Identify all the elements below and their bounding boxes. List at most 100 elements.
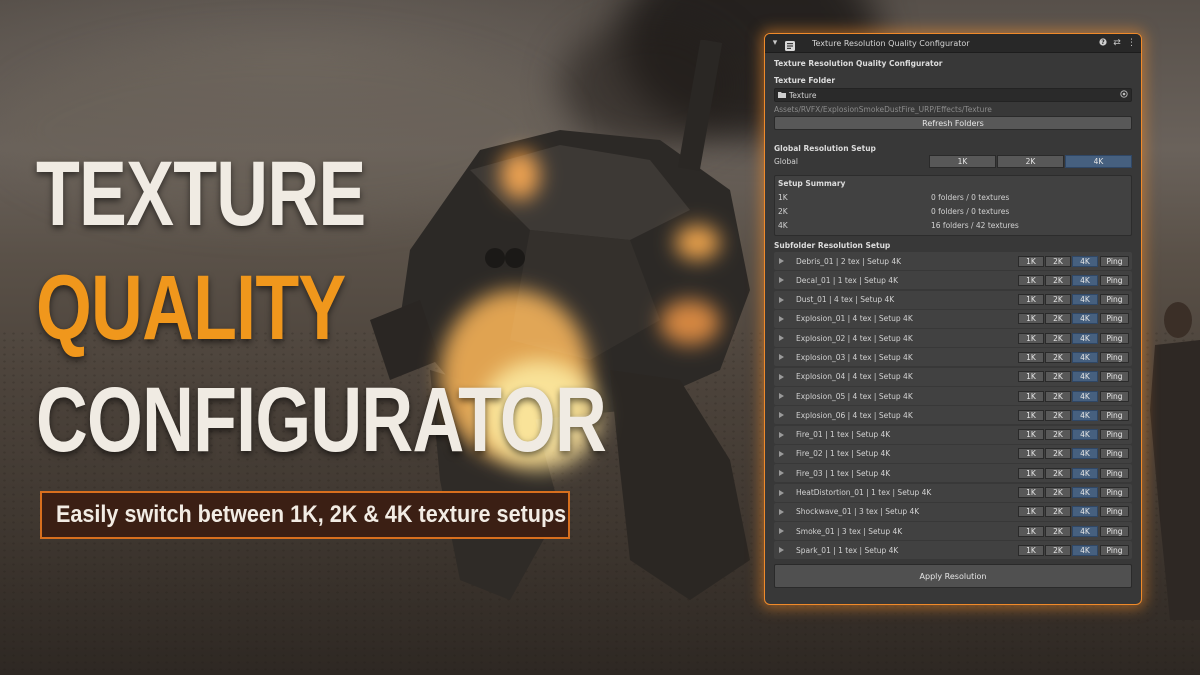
- subfolder-4k-button[interactable]: 4K: [1072, 544, 1098, 556]
- global-1k-button[interactable]: 1K: [929, 155, 996, 168]
- subfolder-4k-button[interactable]: 4K: [1072, 390, 1098, 402]
- subfolder-row[interactable]: Fire_01 | 1 tex | Setup 4K 1K 2K 4K Ping: [774, 425, 1132, 444]
- subfolder-2k-button[interactable]: 2K: [1045, 544, 1071, 556]
- ping-button[interactable]: Ping: [1100, 332, 1129, 344]
- subfolder-2k-button[interactable]: 2K: [1045, 467, 1071, 479]
- expand-arrow-icon[interactable]: [779, 277, 784, 284]
- subfolder-row[interactable]: Explosion_04 | 4 tex | Setup 4K 1K 2K 4K Pin…: [774, 367, 1132, 386]
- subfolder-4k-button[interactable]: 4K: [1072, 274, 1098, 286]
- ping-button[interactable]: Ping: [1100, 351, 1129, 363]
- subfolder-4k-button[interactable]: 4K: [1072, 487, 1098, 499]
- subfolder-2k-button[interactable]: 2K: [1045, 371, 1071, 383]
- subfolder-1k-button[interactable]: 1K: [1018, 525, 1044, 537]
- subfolder-row[interactable]: Fire_02 | 1 tex | Setup 4K 1K 2K 4K Ping: [774, 444, 1132, 463]
- subfolder-4k-button[interactable]: 4K: [1072, 448, 1098, 460]
- ping-button[interactable]: Ping: [1100, 313, 1129, 325]
- subfolder-4k-button[interactable]: 4K: [1072, 429, 1098, 441]
- ping-button[interactable]: Ping: [1100, 448, 1129, 460]
- ping-button[interactable]: Ping: [1100, 371, 1129, 383]
- subfolder-1k-button[interactable]: 1K: [1018, 255, 1044, 267]
- subfolder-1k-button[interactable]: 1K: [1018, 332, 1044, 344]
- subfolder-row[interactable]: Explosion_06 | 4 tex | Setup 4K 1K 2K 4K Pin…: [774, 406, 1132, 425]
- ping-button[interactable]: Ping: [1100, 525, 1129, 537]
- expand-arrow-icon[interactable]: [779, 470, 784, 477]
- subfolder-4k-button[interactable]: 4K: [1072, 525, 1098, 537]
- subfolder-row[interactable]: Decal_01 | 1 tex | Setup 4K 1K 2K 4K Ping: [774, 271, 1132, 290]
- subfolder-2k-button[interactable]: 2K: [1045, 506, 1071, 518]
- ping-button[interactable]: Ping: [1100, 506, 1129, 518]
- options-icon[interactable]: ⇄: [1113, 38, 1121, 48]
- subfolder-row[interactable]: Explosion_02 | 4 tex | Setup 4K 1K 2K 4K Pin…: [774, 329, 1132, 348]
- ping-button[interactable]: Ping: [1100, 255, 1129, 267]
- subfolder-row[interactable]: Smoke_01 | 3 tex | Setup 4K 1K 2K 4K Ping: [774, 522, 1132, 541]
- subfolder-1k-button[interactable]: 1K: [1018, 390, 1044, 402]
- subfolder-1k-button[interactable]: 1K: [1018, 351, 1044, 363]
- subfolder-1k-button[interactable]: 1K: [1018, 371, 1044, 383]
- subfolder-row[interactable]: Explosion_03 | 4 tex | Setup 4K 1K 2K 4K Pin…: [774, 348, 1132, 367]
- expand-arrow-icon[interactable]: [779, 431, 784, 438]
- subfolder-2k-button[interactable]: 2K: [1045, 448, 1071, 460]
- subfolder-4k-button[interactable]: 4K: [1072, 313, 1098, 325]
- subfolder-2k-button[interactable]: 2K: [1045, 255, 1071, 267]
- ping-button[interactable]: Ping: [1100, 274, 1129, 286]
- subfolder-row[interactable]: Spark_01 | 1 tex | Setup 4K 1K 2K 4K Ping: [774, 541, 1132, 560]
- global-4k-button[interactable]: 4K: [1065, 155, 1132, 168]
- expand-arrow-icon[interactable]: [779, 373, 784, 380]
- expand-arrow-icon[interactable]: [779, 393, 784, 400]
- subfolder-2k-button[interactable]: 2K: [1045, 294, 1071, 306]
- subfolder-1k-button[interactable]: 1K: [1018, 544, 1044, 556]
- subfolder-2k-button[interactable]: 2K: [1045, 525, 1071, 537]
- subfolder-1k-button[interactable]: 1K: [1018, 409, 1044, 421]
- subfolder-row[interactable]: HeatDistortion_01 | 1 tex | Setup 4K 1K 2K…: [774, 483, 1132, 502]
- subfolder-1k-button[interactable]: 1K: [1018, 487, 1044, 499]
- subfolder-2k-button[interactable]: 2K: [1045, 351, 1071, 363]
- expand-arrow-icon[interactable]: [779, 354, 784, 361]
- subfolder-row[interactable]: Explosion_01 | 4 tex | Setup 4K 1K 2K 4K Pin…: [774, 309, 1132, 328]
- expand-arrow-icon[interactable]: [779, 315, 784, 322]
- subfolder-1k-button[interactable]: 1K: [1018, 274, 1044, 286]
- subfolder-4k-button[interactable]: 4K: [1072, 332, 1098, 344]
- subfolder-row[interactable]: Fire_03 | 1 tex | Setup 4K 1K 2K 4K Ping: [774, 464, 1132, 483]
- expand-arrow-icon[interactable]: [779, 528, 784, 535]
- ping-button[interactable]: Ping: [1100, 409, 1129, 421]
- subfolder-4k-button[interactable]: 4K: [1072, 294, 1098, 306]
- subfolder-row[interactable]: Debris_01 | 2 tex | Setup 4K 1K 2K 4K Ping: [774, 252, 1132, 270]
- ping-button[interactable]: Ping: [1100, 544, 1129, 556]
- subfolder-2k-button[interactable]: 2K: [1045, 274, 1071, 286]
- expand-arrow-icon[interactable]: [779, 508, 784, 515]
- subfolder-2k-button[interactable]: 2K: [1045, 390, 1071, 402]
- object-picker-icon[interactable]: [1120, 90, 1128, 100]
- expand-arrow-icon[interactable]: [779, 450, 784, 457]
- subfolder-row[interactable]: Explosion_05 | 4 tex | Setup 4K 1K 2K 4K Pin…: [774, 387, 1132, 406]
- expand-arrow-icon[interactable]: [779, 258, 784, 264]
- subfolder-4k-button[interactable]: 4K: [1072, 255, 1098, 267]
- expand-arrow-icon[interactable]: [779, 335, 784, 342]
- subfolder-4k-button[interactable]: 4K: [1072, 409, 1098, 421]
- expand-arrow-icon[interactable]: [779, 412, 784, 419]
- window-tab-bar[interactable]: ▾ Texture Resolution Quality Configurato…: [765, 34, 1141, 53]
- subfolder-1k-button[interactable]: 1K: [1018, 429, 1044, 441]
- ping-button[interactable]: Ping: [1100, 467, 1129, 479]
- help-icon[interactable]: ?: [1099, 37, 1107, 49]
- ping-button[interactable]: Ping: [1100, 429, 1129, 441]
- subfolder-2k-button[interactable]: 2K: [1045, 313, 1071, 325]
- global-2k-button[interactable]: 2K: [997, 155, 1064, 168]
- subfolder-1k-button[interactable]: 1K: [1018, 467, 1044, 479]
- subfolder-4k-button[interactable]: 4K: [1072, 351, 1098, 363]
- subfolder-2k-button[interactable]: 2K: [1045, 487, 1071, 499]
- subfolder-4k-button[interactable]: 4K: [1072, 467, 1098, 479]
- ping-button[interactable]: Ping: [1100, 487, 1129, 499]
- apply-resolution-button[interactable]: Apply Resolution: [774, 564, 1132, 589]
- subfolder-1k-button[interactable]: 1K: [1018, 313, 1044, 325]
- subfolder-1k-button[interactable]: 1K: [1018, 506, 1044, 518]
- ping-button[interactable]: Ping: [1100, 390, 1129, 402]
- ping-button[interactable]: Ping: [1100, 294, 1129, 306]
- subfolder-4k-button[interactable]: 4K: [1072, 371, 1098, 383]
- expand-arrow-icon[interactable]: [779, 489, 784, 496]
- subfolder-1k-button[interactable]: 1K: [1018, 448, 1044, 460]
- dropdown-icon[interactable]: ▾: [771, 38, 779, 48]
- more-icon[interactable]: ⋮: [1127, 38, 1136, 48]
- subfolder-2k-button[interactable]: 2K: [1045, 332, 1071, 344]
- subfolder-1k-button[interactable]: 1K: [1018, 294, 1044, 306]
- subfolder-4k-button[interactable]: 4K: [1072, 506, 1098, 518]
